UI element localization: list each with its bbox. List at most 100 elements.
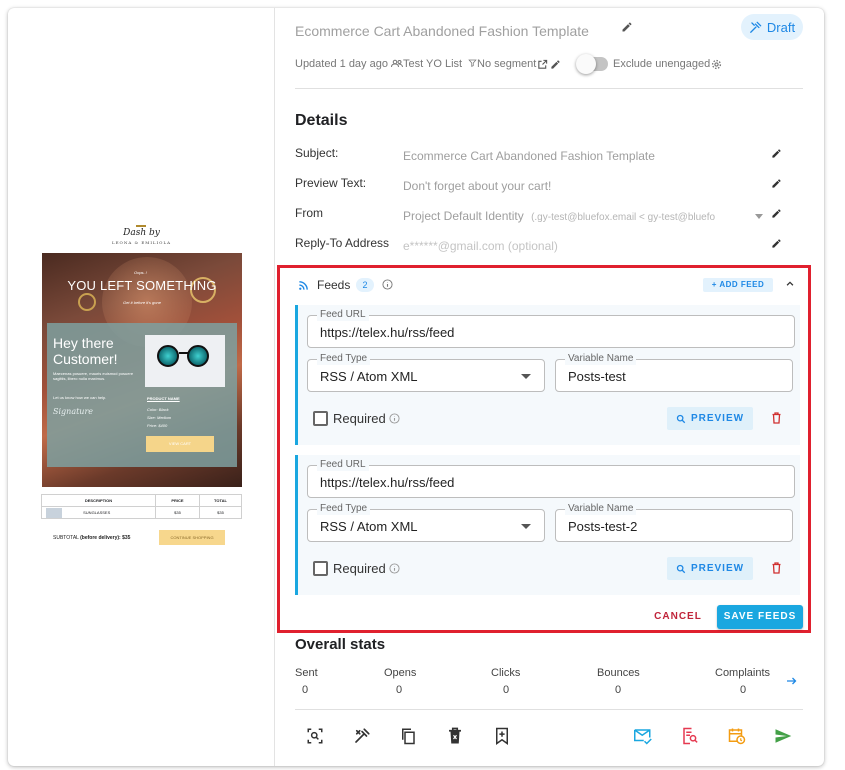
stat-complaints-label: Complaints: [715, 667, 771, 679]
segment-link[interactable]: No segment: [468, 58, 536, 70]
crown-icon: [136, 223, 146, 227]
feed-item: Feed URL https://telex.hu/rss/feed Feed …: [295, 455, 800, 595]
product-name: PRODUCT NAME: [147, 396, 180, 401]
table-header: DESCRIPTION: [41, 494, 156, 507]
feed-type-value: RSS / Atom XML: [320, 369, 418, 384]
info-icon[interactable]: [388, 412, 400, 424]
feed-type-label: Feed Type: [317, 353, 371, 365]
save-template-icon[interactable]: [491, 725, 513, 747]
preview-feed-button[interactable]: PREVIEW: [667, 557, 753, 580]
feed-url-value: https://telex.hu/rss/feed: [320, 475, 455, 490]
variable-name-value: Posts-test-2: [568, 519, 638, 534]
feed-type-select[interactable]: Feed Type RSS / Atom XML: [307, 503, 545, 542]
variable-name-input[interactable]: Variable Name Posts-test: [555, 353, 793, 392]
preview-text-label: Preview Text:: [295, 176, 367, 190]
toggle-knob: [576, 54, 596, 74]
edit-subject-icon[interactable]: [770, 147, 783, 160]
trash-icon[interactable]: [769, 411, 783, 425]
preview-subtotal: SUBTOTAL (before delivery): $35: [53, 535, 130, 541]
product-color: Color: Black: [147, 407, 169, 412]
product-thumbnail: [46, 507, 62, 518]
subject-label: Subject:: [295, 146, 339, 160]
chevron-up-icon[interactable]: [784, 278, 796, 290]
send-icon[interactable]: [772, 725, 794, 747]
arrow-right-icon[interactable]: [784, 674, 798, 688]
exclude-unengaged-toggle[interactable]: [576, 54, 608, 74]
feed-type-label: Feed Type: [317, 503, 371, 515]
feed-url-value: https://telex.hu/rss/feed: [320, 325, 455, 340]
subject-value[interactable]: Ecommerce Cart Abandoned Fashion Templat…: [403, 149, 655, 163]
feed-type-value: RSS / Atom XML: [320, 519, 418, 534]
preview-label: PREVIEW: [690, 413, 745, 424]
stat-complaints-value: 0: [740, 684, 747, 696]
edit-title-icon[interactable]: [620, 20, 634, 34]
preview-label: PREVIEW: [690, 563, 745, 574]
search-icon: [676, 414, 686, 423]
cancel-button[interactable]: CANCEL: [648, 606, 708, 628]
preview-greeting: Hey there Customer!: [53, 335, 118, 367]
sunglasses-lens: [187, 345, 209, 367]
table-cell-text: SUNGLASSES: [83, 509, 111, 515]
duplicate-icon[interactable]: [397, 725, 419, 747]
variable-name-input[interactable]: Variable Name Posts-test-2: [555, 503, 793, 542]
delete-icon[interactable]: [444, 725, 466, 747]
info-icon[interactable]: [381, 278, 393, 290]
continue-shopping-button: CONTINUE SHOPPING: [159, 530, 225, 545]
edit-from-icon[interactable]: [770, 207, 783, 220]
required-checkbox[interactable]: [313, 411, 328, 426]
hero-headline: YOU LEFT SOMETHING: [67, 278, 217, 293]
preview-hero: Oops..! YOU LEFT SOMETHING Get it before…: [42, 253, 242, 487]
info-icon[interactable]: [388, 562, 400, 574]
stat-clicks-label: Clicks: [491, 667, 521, 679]
table-cell: $35: [199, 506, 242, 519]
panel-divider: [274, 8, 275, 766]
report-search-icon[interactable]: [679, 725, 701, 747]
open-external-icon[interactable]: [536, 58, 548, 70]
sunglasses-lens: [157, 345, 179, 367]
edit-preview-text-icon[interactable]: [770, 177, 783, 190]
preview-text-value[interactable]: Don't forget about your cart!: [403, 179, 551, 193]
details-heading: Details: [295, 112, 348, 129]
header-divider: [295, 88, 803, 89]
rss-icon: [297, 279, 309, 291]
schedule-icon[interactable]: [726, 725, 748, 747]
zoom-preview-icon[interactable]: [304, 725, 326, 747]
feed-type-select[interactable]: Feed Type RSS / Atom XML: [307, 353, 545, 392]
stat-sent-label: Sent: [295, 667, 318, 679]
edit-segment-icon[interactable]: [549, 58, 561, 70]
from-dropdown-icon[interactable]: [755, 214, 763, 219]
subtotal-label: SUBTOTAL: [53, 535, 79, 541]
email-preview[interactable]: Dash by LEONA & EMILIOLA Oops..! YOU LEF…: [41, 222, 242, 552]
add-feed-button[interactable]: + ADD FEED: [703, 278, 773, 292]
trash-icon[interactable]: [769, 561, 783, 575]
preview-feed-button[interactable]: PREVIEW: [667, 407, 753, 430]
hero-oops: Oops..!: [134, 270, 147, 275]
exclude-unengaged-label: Exclude unengaged: [613, 58, 711, 70]
status-badge[interactable]: Draft: [741, 14, 803, 40]
feed-url-input[interactable]: Feed URL https://telex.hu/rss/feed: [307, 459, 795, 498]
required-label: Required: [333, 561, 386, 576]
preview-help: Let us know how we can help.: [53, 395, 107, 400]
design-tools-icon[interactable]: [351, 725, 373, 747]
preview-order-table: DESCRIPTION PRICE TOTAL SUNGLASSES $35 $…: [41, 494, 242, 519]
stat-sent-value: 0: [302, 684, 309, 696]
from-select[interactable]: Project Default Identity (.gy-test@bluef…: [403, 209, 748, 223]
variable-name-label: Variable Name: [565, 503, 637, 515]
chevron-down-icon: [521, 524, 531, 529]
stat-clicks-value: 0: [503, 684, 510, 696]
design-tools-icon: [750, 21, 762, 33]
list-label: Test YO List: [403, 58, 463, 70]
mail-check-icon[interactable]: [632, 725, 654, 747]
campaign-title[interactable]: Ecommerce Cart Abandoned Fashion Templat…: [295, 23, 589, 39]
save-feeds-button[interactable]: SAVE FEEDS: [717, 605, 803, 629]
gear-icon[interactable]: [710, 58, 722, 70]
reply-to-value[interactable]: e******@gmail.com (optional): [403, 239, 558, 253]
edit-reply-to-icon[interactable]: [770, 237, 783, 250]
product-price: Price: $400: [147, 423, 168, 428]
preview-logo: Dash by LEONA & EMILIOLA: [41, 222, 242, 252]
feeds-count-badge: 2: [356, 278, 374, 292]
required-checkbox[interactable]: [313, 561, 328, 576]
feed-url-input[interactable]: Feed URL https://telex.hu/rss/feed: [307, 309, 795, 348]
search-icon: [676, 564, 686, 573]
list-link[interactable]: Test YO List: [391, 58, 462, 70]
